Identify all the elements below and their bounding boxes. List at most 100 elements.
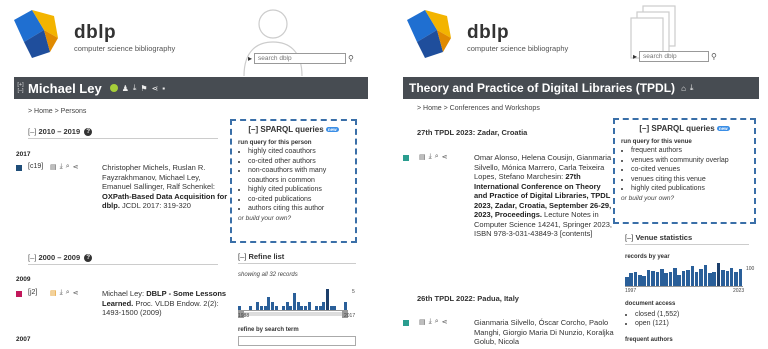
histogram-bar[interactable] — [318, 305, 322, 310]
histogram-bar[interactable] — [712, 272, 716, 286]
breadcrumb[interactable]: > Home > Persons — [28, 108, 86, 115]
share-icon[interactable]: ⋖ — [152, 84, 159, 93]
sparql-query-item[interactable]: highly cited publications — [248, 185, 349, 195]
dblp-logo-icon[interactable] — [403, 8, 463, 60]
sparql-query-item[interactable]: venues with community overlap — [631, 156, 748, 166]
build-own-query-link[interactable]: or build your own? — [621, 195, 748, 202]
download-icon[interactable]: ⤓ — [429, 318, 432, 347]
authors[interactable]: Christopher Michels, Ruslan R. Fayzrakhm… — [102, 163, 215, 191]
search-input[interactable] — [639, 51, 710, 62]
access-open[interactable]: open (121) — [635, 319, 679, 328]
help-icon[interactable]: ? — [84, 254, 93, 263]
share-icon[interactable]: ⋖ — [442, 318, 448, 347]
search-options-icon[interactable]: ⚲ — [348, 54, 354, 63]
year-range-slider[interactable] — [238, 310, 348, 318]
download-icon[interactable]: ⤓ — [60, 163, 63, 211]
venue-statistics-heading[interactable]: [–] Venue statistics — [625, 233, 749, 245]
histogram-bar[interactable] — [638, 274, 642, 286]
build-own-query-link[interactable]: or build your own? — [238, 215, 349, 222]
histogram-bar[interactable] — [699, 268, 703, 286]
histogram-bar[interactable] — [256, 301, 260, 310]
histogram-bar[interactable] — [725, 271, 730, 286]
histogram-bar[interactable] — [344, 301, 348, 310]
comment-icon[interactable]: ▪ — [162, 84, 165, 93]
sparql-query-item[interactable]: co-cited other authors — [248, 157, 349, 167]
contents-link[interactable]: [contents] — [560, 229, 593, 238]
sparql-query-item[interactable]: co-cited publications — [248, 195, 349, 205]
person-icon[interactable]: ♟ — [122, 84, 129, 93]
expand-collapse-toggle[interactable]: [+] [–] — [16, 82, 25, 94]
download-icon[interactable]: ⤓ — [60, 289, 63, 318]
histogram-bar[interactable] — [646, 269, 651, 286]
histogram-bar[interactable] — [633, 272, 638, 286]
search-input[interactable] — [254, 53, 347, 64]
histogram-bar[interactable] — [322, 301, 326, 310]
histogram-bar[interactable] — [729, 267, 734, 286]
sparql-query-item[interactable]: co-cited venues — [631, 165, 748, 175]
dblp-logo-icon[interactable] — [10, 8, 70, 60]
publication-venue[interactable]: JCDL 2017: 319-320 — [122, 201, 191, 210]
records-histogram[interactable] — [625, 263, 743, 287]
download-icon[interactable]: ⤓ — [690, 83, 694, 93]
histogram-bar[interactable] — [664, 273, 668, 286]
histogram-bar[interactable] — [271, 301, 274, 310]
sparql-query-item[interactable]: frequent authors — [631, 146, 748, 156]
histogram-bar[interactable] — [304, 305, 307, 310]
histogram-bar[interactable] — [326, 289, 329, 310]
authors[interactable]: Michael Ley: — [102, 289, 144, 298]
histogram-bar[interactable] — [267, 297, 271, 310]
records-histogram[interactable] — [238, 289, 348, 311]
search-icon[interactable]: ⌕ — [66, 163, 70, 211]
histogram-bar[interactable] — [690, 266, 695, 286]
breadcrumb[interactable]: > Home > Conferences and Workshops — [417, 105, 540, 112]
sparql-query-item[interactable]: authors citing this author — [248, 204, 349, 214]
histogram-bar[interactable] — [249, 305, 252, 310]
histogram-bar[interactable] — [694, 272, 699, 286]
download-icon[interactable]: ⤓ — [133, 83, 137, 93]
histogram-bar[interactable] — [315, 305, 318, 310]
histogram-bar[interactable] — [274, 305, 278, 310]
search-arrow-icon[interactable]: ▸ — [248, 54, 252, 63]
sparql-heading[interactable]: [–] SPARQL queries new — [238, 125, 349, 134]
brand-name[interactable]: dblp — [74, 22, 116, 44]
sparql-heading[interactable]: [–] SPARQL queries new — [621, 124, 748, 133]
help-icon[interactable]: ? — [84, 128, 93, 137]
share-icon[interactable]: ⋖ — [442, 153, 448, 239]
sparql-query-item[interactable]: highly cited publications — [631, 184, 748, 194]
bookmark-icon[interactable]: ⚑ — [140, 84, 147, 93]
orcid-icon[interactable] — [109, 84, 118, 92]
share-icon[interactable]: ⋖ — [73, 289, 79, 318]
histogram-bar[interactable] — [642, 275, 647, 286]
search-options-icon[interactable]: ⚲ — [711, 52, 717, 61]
section-header-2010-2019[interactable]: [–] 2010 – 2019? — [28, 127, 218, 140]
sparql-query-item[interactable]: highly cited coauthors — [248, 147, 349, 157]
histogram-bar[interactable] — [673, 267, 677, 286]
brand-name[interactable]: dblp — [467, 22, 509, 44]
histogram-bar[interactable] — [734, 272, 738, 286]
histogram-bar[interactable] — [282, 305, 285, 310]
histogram-bar[interactable] — [300, 305, 304, 310]
histogram-bar[interactable] — [716, 263, 721, 286]
histogram-bar[interactable] — [659, 268, 664, 286]
search-icon[interactable]: ⌕ — [66, 289, 70, 318]
histogram-bar[interactable] — [708, 273, 712, 286]
histogram-bar[interactable] — [307, 301, 311, 310]
document-icon[interactable]: ▤ — [50, 289, 57, 318]
search-arrow-icon[interactable]: ▸ — [633, 52, 637, 61]
histogram-bar[interactable] — [293, 293, 296, 310]
histogram-bar[interactable] — [677, 274, 681, 286]
histogram-bar[interactable] — [721, 269, 725, 286]
sparql-query-item[interactable]: non-coauthors with many coauthors in com… — [248, 166, 349, 185]
histogram-bar[interactable] — [260, 305, 263, 310]
histogram-bar[interactable] — [289, 305, 293, 310]
histogram-bar[interactable] — [738, 268, 743, 286]
section-header-2000-2009[interactable]: [–] 2000 – 2009? — [28, 253, 218, 266]
histogram-bar[interactable] — [703, 265, 708, 286]
sparql-query-item[interactable]: venues citing this venue — [631, 175, 748, 185]
histogram-bar[interactable] — [629, 273, 633, 286]
access-closed[interactable]: closed (1,552) — [635, 310, 679, 319]
histogram-bar[interactable] — [651, 271, 655, 286]
home-icon[interactable]: ⌂ — [681, 84, 686, 93]
refine-search-input[interactable] — [238, 336, 356, 346]
histogram-bar[interactable] — [625, 276, 629, 286]
